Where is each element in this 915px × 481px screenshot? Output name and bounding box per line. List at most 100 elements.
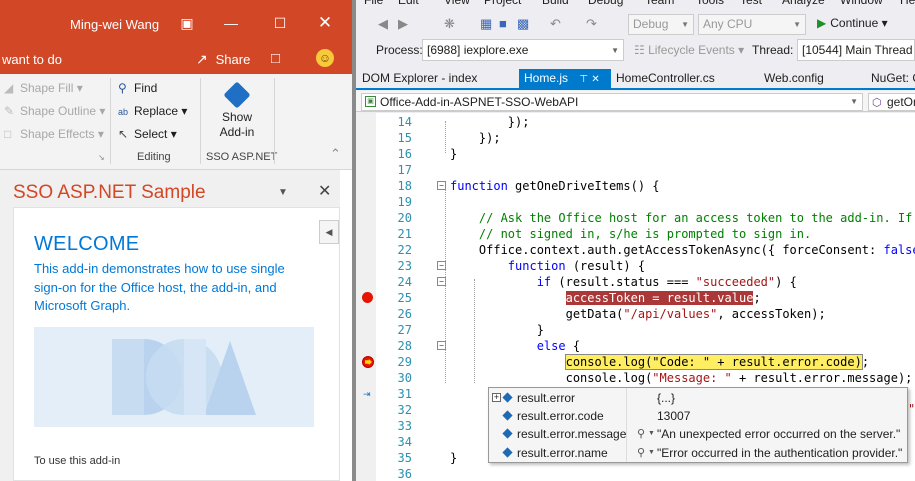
line-number: 31 <box>397 387 412 401</box>
code-line[interactable]: 21 // not signed in, s/he is prompted to… <box>356 226 915 242</box>
account-name[interactable]: Ming-wei Wang <box>70 17 159 32</box>
code-line[interactable]: 30 console.log("Message: " + result.erro… <box>356 370 915 386</box>
visualizer-magnifier-icon[interactable]: ⚲ <box>637 444 645 462</box>
shape-effects-button[interactable]: □ Shape Effects ▾ <box>4 127 104 141</box>
select-button[interactable]: ↖ Select ▾ <box>118 127 177 141</box>
comments-icon[interactable]: □ <box>271 50 280 67</box>
datatip-value[interactable]: "An unexpected error occurred on the ser… <box>657 425 900 443</box>
code-line[interactable]: 28− else { <box>356 338 915 354</box>
replace-button[interactable]: ab Replace ▾ <box>118 104 187 118</box>
close-icon[interactable]: ✕ <box>315 13 335 33</box>
code-line[interactable]: 19 <box>356 194 915 210</box>
platform-dropdown[interactable]: Any CPU ▼ <box>698 14 806 35</box>
code-line[interactable]: 24− if (result.status === "succeeded") { <box>356 274 915 290</box>
code-line[interactable]: 22 Office.context.auth.getAccessTokenAsy… <box>356 242 915 258</box>
back-icon[interactable]: ◀ <box>378 16 388 32</box>
redo-icon[interactable]: ↷ <box>586 16 597 32</box>
share-label: Share <box>215 52 251 67</box>
expand-icon[interactable]: + <box>492 393 501 402</box>
thread-dropdown[interactable]: [10544] Main Thread <box>797 39 915 61</box>
tab-home-js[interactable]: Home.js ⊤ ✕ <box>519 69 611 88</box>
editing-group-label: Editing <box>137 151 171 163</box>
taskpane-menu-chevron-icon[interactable]: ▼ <box>278 187 288 198</box>
code-line[interactable]: 36 <box>356 466 915 481</box>
menu-debug[interactable]: Debug <box>588 0 623 7</box>
code-line[interactable]: 26 getData("/api/values", accessToken); <box>356 306 915 322</box>
visualizer-dropdown-icon[interactable]: ▼ <box>648 444 655 462</box>
line-number: 19 <box>397 195 412 209</box>
code-line[interactable]: 15 }); <box>356 130 915 146</box>
line-number: 22 <box>397 243 412 257</box>
menu-build[interactable]: Build <box>542 0 569 7</box>
menu-test[interactable]: Test <box>740 0 762 7</box>
taskpane-close-icon[interactable]: ✕ <box>318 181 331 201</box>
minimize-icon[interactable]: — <box>221 13 241 33</box>
menu-project[interactable]: Project <box>484 0 521 7</box>
find-button[interactable]: ⚲ Find <box>118 81 157 95</box>
close-tab-icon[interactable]: ✕ <box>591 74 599 85</box>
menu-window[interactable]: Window <box>840 0 883 7</box>
code-line[interactable]: 23− function (result) { <box>356 258 915 274</box>
solution-config-dropdown[interactable]: Debug ▼ <box>628 14 694 35</box>
pin-icon[interactable]: ⊤ <box>579 74 588 85</box>
menu-view[interactable]: View <box>444 0 470 7</box>
datatip-row[interactable]: result.error.name ⚲ ▼ "Error occurred in th… <box>489 444 907 462</box>
collapse-ribbon-icon[interactable]: ⌃ <box>330 146 341 162</box>
code-line[interactable]: 20 // Ask the Office host for an access … <box>356 210 915 226</box>
undo-icon[interactable]: ↶ <box>550 16 561 32</box>
collapse-pane-chevron-icon[interactable]: ◀ <box>319 220 339 244</box>
tab-dom-explorer[interactable]: DOM Explorer - index <box>357 69 513 88</box>
tab-nuget[interactable]: NuGet: O <box>866 69 915 88</box>
share-button[interactable]: ↗ Share <box>196 51 250 68</box>
menu-tools[interactable]: Tools <box>696 0 724 7</box>
save-icon[interactable]: ■ <box>499 16 507 31</box>
datatip-row[interactable]: result.error.code 13007 <box>489 407 907 425</box>
shape-outline-button[interactable]: ✎ Shape Outline ▾ <box>4 104 105 118</box>
maximize-icon[interactable]: ☐ <box>270 13 290 33</box>
code-line[interactable]: 17 <box>356 162 915 178</box>
code-text: }); <box>450 131 501 145</box>
forward-icon[interactable]: ▶ <box>398 16 408 32</box>
datatip-value[interactable]: "Error occurred in the authentication pr… <box>657 444 902 462</box>
feedback-smiley-icon[interactable]: ☺ <box>316 49 334 67</box>
tell-me-input[interactable]: want to do <box>2 52 62 67</box>
current-statement-highlight: console.log("Code: " + result.error.code… <box>564 354 863 370</box>
tab-web-config[interactable]: Web.config <box>759 69 865 88</box>
process-dropdown[interactable]: [6988] iexplore.exe ▼ <box>422 39 624 61</box>
tab-homecontroller[interactable]: HomeController.cs <box>611 69 759 88</box>
code-text: Office.context.auth.getAccessTokenAsync(… <box>450 243 915 257</box>
line-number: 33 <box>397 419 412 433</box>
save-all-icon[interactable]: ▩ <box>517 16 529 32</box>
code-line[interactable]: 29 console.log("Code: " + result.error.c… <box>356 354 915 370</box>
menu-he[interactable]: He <box>900 0 915 7</box>
datatip-row[interactable]: result.error.message ⚲ ▼ "An unexpected err… <box>489 425 907 443</box>
menu-team[interactable]: Team <box>645 0 674 7</box>
code-line[interactable]: 16} <box>356 146 915 162</box>
menu-file[interactable]: File <box>364 0 383 7</box>
code-line[interactable]: 25 accessToken = result.value; <box>356 290 915 306</box>
project-dropdown[interactable]: ▣ Office-Add-in-ASPNET-SSO-WebAPI ▼ <box>361 93 863 111</box>
datatip-value[interactable]: {...} <box>657 389 675 407</box>
new-project-icon[interactable]: ❋ <box>444 16 455 32</box>
show-addin-button[interactable]: Show Add-in <box>206 80 268 146</box>
open-icon[interactable]: ▦ <box>480 16 492 32</box>
dialog-launcher-icon[interactable]: ↘ <box>98 153 105 162</box>
code-line[interactable]: 18− function getOneDriveItems() { <box>356 178 915 194</box>
magnifier-icon: ⚲ <box>118 81 127 95</box>
continue-button[interactable]: ▶ Continue ▾ <box>817 16 888 30</box>
member-dropdown[interactable]: ⬡getOn <box>868 93 915 111</box>
code-line[interactable]: 14 }); <box>356 114 915 130</box>
shape-fill-button[interactable]: ◢ Shape Fill ▾ <box>4 81 83 95</box>
menu-edit[interactable]: Edit <box>398 0 419 7</box>
visualizer-magnifier-icon[interactable]: ⚲ <box>637 425 645 443</box>
cursor-icon: ↖ <box>118 127 129 141</box>
lifecycle-events-button[interactable]: ☷ Lifecycle Events ▾ <box>634 43 744 57</box>
share-icon: ↗ <box>196 51 208 67</box>
effects-icon: □ <box>4 127 12 141</box>
code-line[interactable]: 27 } <box>356 322 915 338</box>
datatip-row[interactable]: + result.error {...} <box>489 389 907 407</box>
menu-analyze[interactable]: Analyze <box>782 0 825 7</box>
datatip-value[interactable]: 13007 <box>657 407 690 425</box>
ribbon-display-options-icon[interactable]: ▣ <box>177 13 197 33</box>
visualizer-dropdown-icon[interactable]: ▼ <box>648 425 655 443</box>
